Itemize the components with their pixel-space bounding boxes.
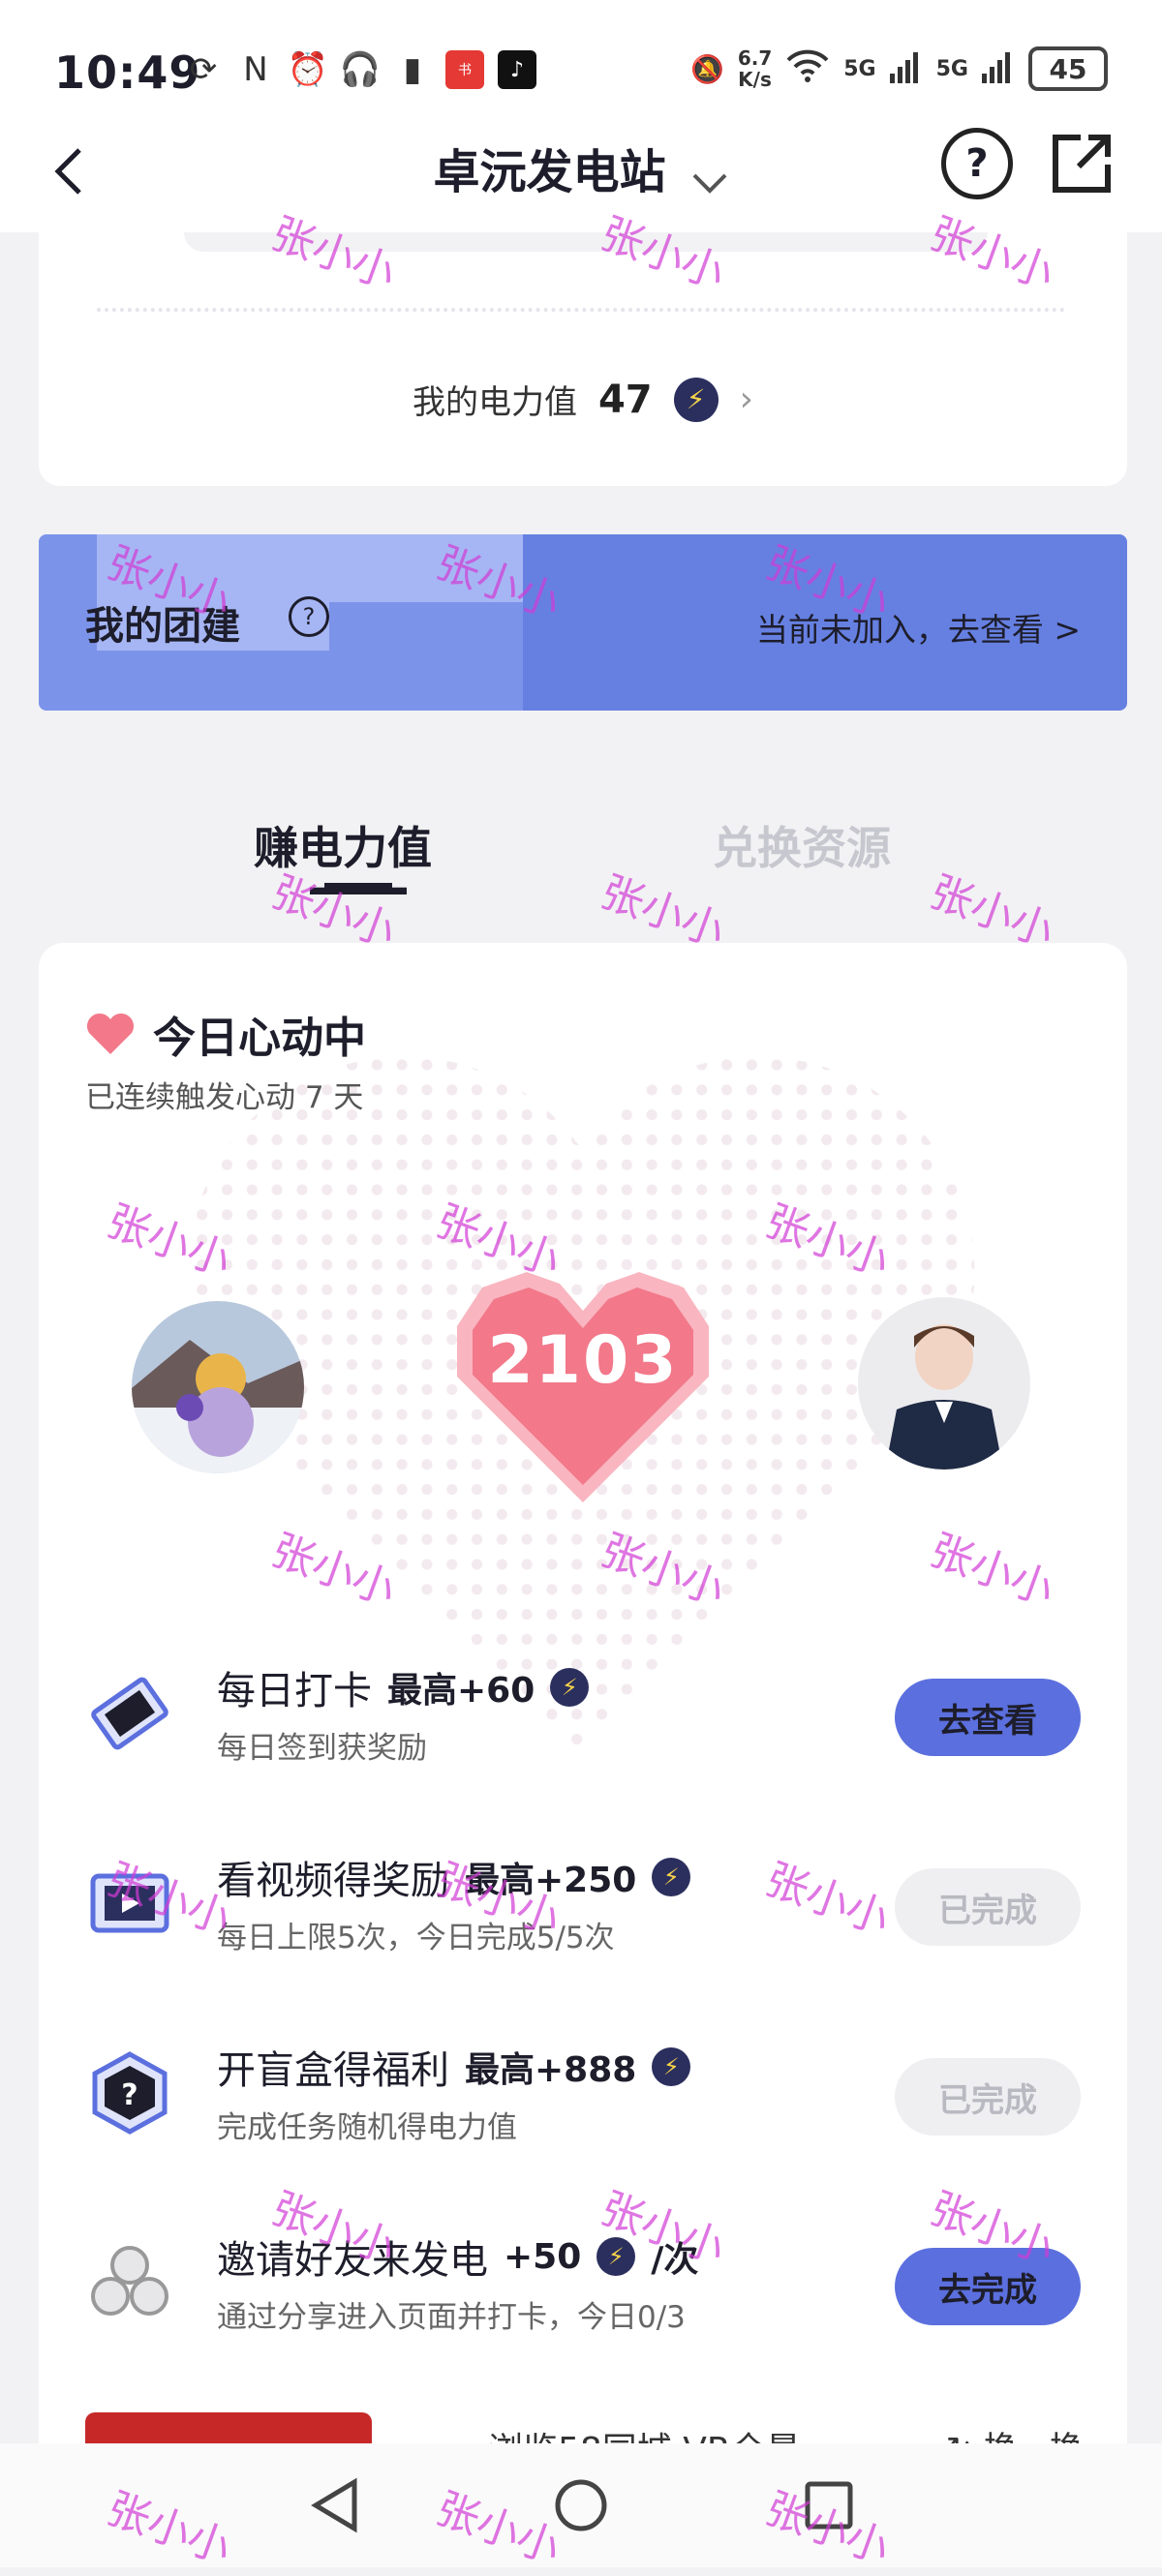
lightning-icon: ⚡ [652,2047,691,2086]
task-bonus: +50 [504,2236,582,2277]
task-invite-friends: 邀请好友来发电 +50 ⚡ /次 通过分享进入页面并打卡，今日0/3 去完成 [39,2209,1127,2374]
active-tab-indicator [310,883,407,894]
wifi-icon [785,48,830,90]
battery-saver-icon: ▮ [403,50,422,89]
video-play-icon [90,1873,169,1933]
tab-earn-power[interactable]: 赚电力值 [254,813,432,877]
lightning-icon: ⚡ [673,377,719,422]
task-daily-checkin: 每日打卡 最高+60 ⚡ 每日签到获奖励 去查看 [39,1640,1127,1804]
card-divider-pill [184,232,988,252]
task-title: 邀请好友来发电 [217,2238,488,2283]
nav-home-icon[interactable] [550,2474,612,2536]
share-icon [1053,135,1111,193]
power-value: 47 [597,377,653,422]
task-view-button[interactable]: 去查看 [895,1679,1081,1756]
task-description: 每日上限5次，今日完成5/5次 [217,1921,615,1955]
mystery-box-icon: ? [92,2051,168,2135]
power-label: 我的电力值 [412,383,577,422]
heart-section-title: 今日心动中 [85,1003,366,1065]
chevron-right-icon: › [739,379,754,419]
xiaohongshu-icon: 书 [445,50,484,89]
task-bonus-suffix: /次 [651,2240,699,2280]
tiktok-icon: ♪ [498,50,536,89]
task-bonus: 最高+888 [465,2050,637,2090]
team-status-link[interactable]: 当前未加入，去查看 > [756,604,1081,651]
heart-icon [86,1013,135,1054]
team-card[interactable]: 我的团建 ? 当前未加入，去查看 > [39,534,1127,711]
task-watch-video: 看视频得奖励 最高+250 ⚡ 每日上限5次，今日完成5/5次 已完成 [39,1830,1127,1994]
idol-avatar[interactable] [858,1297,1030,1470]
nav-back-icon[interactable] [304,2474,366,2536]
chevron-down-icon [690,165,729,203]
task-description: 通过分享进入页面并打卡，今日0/3 [217,2300,686,2335]
status-notification-icons: ⟳ N ⏰ 🎧 ▮ 书 ♪ [184,50,536,89]
status-bar: 10:49 ⟳ N ⏰ 🎧 ▮ 书 ♪ 🔕 6.7 K/s 5G 5G 45 [0,0,1162,136]
power-value-row[interactable]: 我的电力值 47 ⚡ › [39,376,1127,423]
task-bonus: 最高+60 [387,1671,535,1711]
status-system-icons: 🔕 6.7 K/s 5G 5G 45 [690,46,1108,91]
task-title: 看视频得奖励 [217,1859,449,1903]
sync-icon: ⟳ [189,50,218,89]
system-nav-bar [0,2443,1162,2567]
headphones-icon: 🎧 [339,50,382,89]
nav-recents-icon[interactable] [798,2474,860,2536]
signal-2-icon [982,48,1015,90]
help-button[interactable]: ? [941,128,1013,199]
lightning-icon: ⚡ [596,2237,636,2276]
network-speed: 6.7 K/s [737,46,773,91]
heart-count: 2103 [487,1322,679,1399]
pixel-decoration [329,534,523,602]
power-card: 我的电力值 47 ⚡ › [39,232,1127,486]
battery-icon: 45 [1028,46,1108,91]
task-description: 每日签到获奖励 [217,1731,427,1766]
task-bonus: 最高+250 [465,1861,637,1900]
team-title: 我的团建 [85,604,240,649]
tab-exchange-resources[interactable]: 兑换资源 [713,813,891,877]
question-icon[interactable]: ? [289,596,329,637]
user-avatar[interactable] [132,1301,304,1473]
svg-text:?: ? [121,2078,138,2112]
signal-1-label: 5G [843,56,876,81]
task-description: 完成任务随机得电力值 [217,2110,517,2145]
signal-1-icon [889,48,923,90]
task-completed-button[interactable]: 已完成 [895,2058,1081,2136]
nfc-icon: N [243,50,268,89]
lightning-icon: ⚡ [652,1858,691,1896]
page-title: 卓沅发电站 [433,145,666,199]
share-button[interactable] [1046,128,1117,199]
dotted-divider [97,308,1065,312]
task-complete-button[interactable]: 去完成 [895,2248,1081,2325]
task-completed-button[interactable]: 已完成 [895,1868,1081,1946]
earn-panel: 今日心动中 已连续触发心动 7 天 2103 每日打卡 最高+60 ⚡ 每日签到… [39,943,1127,2453]
task-blind-box: ? 开盲盒得福利 最高+888 ⚡ 完成任务随机得电力值 已完成 [39,2019,1127,2184]
heart-streak-text: 已连续触发心动 7 天 [85,1080,364,1115]
ticket-icon [91,1677,168,1750]
app-header: 卓沅发电站 ? [0,116,1162,232]
lightning-icon: ⚡ [550,1668,590,1707]
task-title: 每日打卡 [217,1669,372,1713]
friends-icon [91,2246,168,2316]
task-title: 开盲盒得福利 [217,2048,449,2093]
mute-icon: 🔕 [689,52,724,85]
status-time: 10:49 [54,46,201,99]
alarm-icon: ⏰ [287,50,329,89]
signal-2-label: 5G [935,56,968,81]
